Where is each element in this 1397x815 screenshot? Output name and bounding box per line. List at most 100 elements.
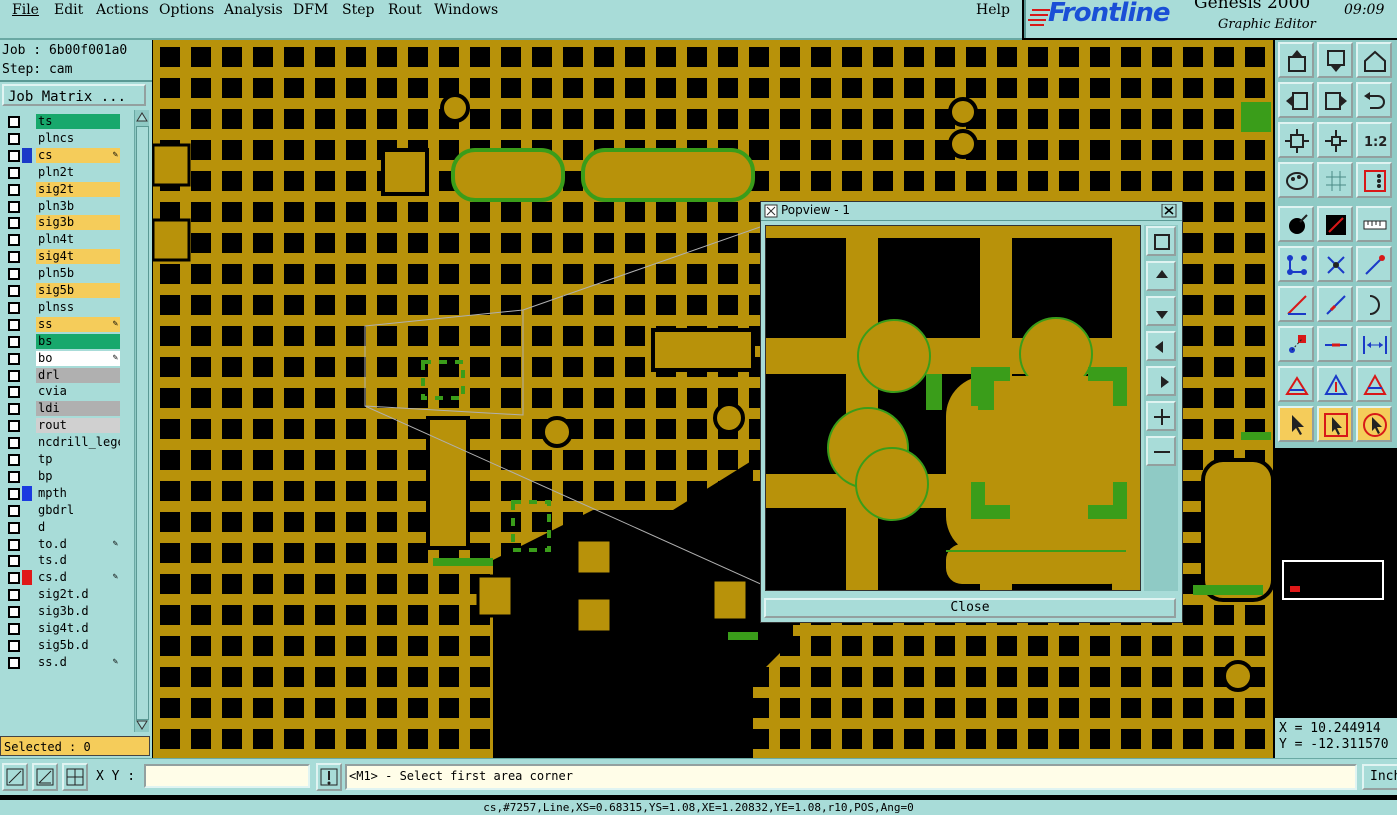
layer-row-drl[interactable]: drl	[2, 367, 124, 383]
layer-row-ts[interactable]: ts	[2, 114, 124, 129]
layer-checkbox[interactable]	[8, 301, 20, 314]
line-blue-tool[interactable]	[1317, 286, 1353, 322]
palette-tool[interactable]	[1278, 162, 1314, 198]
layer-row-rout[interactable]: rout	[2, 418, 124, 434]
menu-analysis[interactable]: Analysis	[224, 2, 283, 18]
grid-tool[interactable]	[1317, 162, 1353, 198]
layer-row-cs-d[interactable]: cs.d ✎	[2, 570, 124, 586]
layer-checkbox[interactable]	[8, 183, 20, 196]
layer-name[interactable]: gbdrl	[36, 502, 120, 518]
layer-row-mpth[interactable]: mpth	[2, 485, 124, 501]
popview-pan-down-button[interactable]	[1146, 296, 1176, 326]
layer-name[interactable]: tp	[36, 452, 120, 467]
layer-name[interactable]: ncdrill_lege	[36, 435, 120, 451]
overview-map[interactable]	[1282, 560, 1384, 600]
horizontal-line-tool[interactable]	[1317, 326, 1353, 362]
layer-name[interactable]: ts.d	[36, 553, 120, 569]
layer-checkbox[interactable]	[8, 437, 20, 450]
layer-name[interactable]: cs.d ✎	[36, 570, 120, 586]
triangle-red-tool[interactable]	[1356, 366, 1392, 402]
layer-checkbox[interactable]	[8, 606, 20, 619]
scroll-down-icon[interactable]	[135, 718, 149, 732]
layer-row-sig3b[interactable]: sig3b	[2, 215, 124, 231]
snap-grid-tool[interactable]	[62, 763, 88, 791]
pad-add-tool[interactable]	[1278, 326, 1314, 362]
popview-menu-icon[interactable]	[764, 204, 778, 218]
pointer-box-tool[interactable]	[1356, 406, 1392, 442]
snap-angle-tool[interactable]	[32, 763, 58, 791]
layer-name[interactable]: ldi	[36, 401, 120, 417]
layer-checkbox[interactable]	[8, 487, 20, 500]
layer-name[interactable]: sig5b.d	[36, 637, 120, 653]
layer-name[interactable]: ts	[36, 114, 120, 129]
layer-row-pln4t[interactable]: pln4t	[2, 232, 124, 248]
layer-list[interactable]: ts plncs cs ✎ pln2t sig2t pln3b sig3b pln4t sig4t…	[2, 110, 134, 732]
pan-left-tool[interactable]	[1278, 82, 1314, 118]
job-matrix-button[interactable]: Job Matrix ...	[2, 84, 146, 106]
layer-name[interactable]: pln2t	[36, 164, 120, 180]
layer-row-sig5b[interactable]: sig5b	[2, 283, 124, 298]
layers-color-tool[interactable]	[1356, 162, 1392, 198]
layer-name[interactable]: sig5b	[36, 283, 120, 298]
layer-checkbox[interactable]	[8, 285, 20, 297]
layer-name[interactable]: sig3b	[36, 215, 120, 231]
layer-checkbox[interactable]	[8, 420, 20, 433]
layer-name[interactable]: cvia	[36, 384, 120, 400]
layer-name[interactable]: sig2t	[36, 181, 120, 197]
layer-row-ts-d[interactable]: ts.d	[2, 553, 124, 569]
layer-row-tp[interactable]: tp	[2, 452, 124, 467]
popview-close-button[interactable]: Close	[764, 598, 1176, 618]
layer-checkbox[interactable]	[8, 116, 20, 128]
snap-line-tool[interactable]	[2, 763, 28, 791]
layer-row-sig2t-d[interactable]: sig2t.d	[2, 587, 124, 603]
layer-checkbox[interactable]	[8, 166, 20, 179]
layer-checkbox[interactable]	[8, 132, 20, 145]
popview-titlebar[interactable]: Popview - 1	[761, 202, 1182, 221]
layer-name[interactable]: pln3b	[36, 198, 120, 214]
layer-name[interactable]: rout	[36, 418, 120, 434]
layer-name[interactable]: cs ✎	[36, 147, 120, 163]
scroll-thumb[interactable]	[136, 126, 149, 720]
layer-checkbox[interactable]	[8, 623, 20, 635]
layer-row-sig3b-d[interactable]: sig3b.d	[2, 604, 124, 620]
layer-name[interactable]: sig2t.d	[36, 587, 120, 603]
layer-row-pln3b[interactable]: pln3b	[2, 198, 124, 214]
layer-checkbox[interactable]	[8, 251, 20, 264]
layer-name[interactable]: sig3b.d	[36, 604, 120, 620]
connect-tool[interactable]	[1278, 246, 1314, 282]
layer-name[interactable]: sig4t.d	[36, 621, 120, 636]
pointer-select-tool[interactable]	[1317, 406, 1353, 442]
pan-down-tool[interactable]	[1317, 42, 1353, 78]
layer-checkbox[interactable]	[8, 403, 20, 416]
layer-row-bs[interactable]: bs	[2, 333, 124, 349]
xy-input[interactable]	[144, 764, 310, 788]
layer-checkbox[interactable]	[8, 318, 20, 331]
layer-row-ldi[interactable]: ldi	[2, 401, 124, 417]
scale-1-2-tool[interactable]: 1:2	[1356, 122, 1392, 158]
menu-dfm[interactable]: DFM	[293, 2, 328, 18]
undo-view-tool[interactable]	[1356, 82, 1392, 118]
layer-name[interactable]: ss.d ✎	[36, 654, 120, 670]
home-tool[interactable]	[1356, 42, 1392, 78]
layer-row-to-d[interactable]: to.d ✎	[2, 536, 124, 552]
layer-name[interactable]: ss ✎	[36, 316, 120, 332]
close-icon[interactable]	[1161, 204, 1177, 218]
layer-name[interactable]: plncs	[36, 130, 120, 146]
measure-red-tool[interactable]	[1317, 206, 1353, 242]
popview-pan-up-button[interactable]	[1146, 261, 1176, 291]
layer-checkbox[interactable]	[8, 572, 20, 585]
menu-file[interactable]: File	[12, 2, 39, 18]
layer-row-ncdrill-lege[interactable]: ncdrill_lege	[2, 435, 124, 451]
popview-zoom-fit-button[interactable]	[1146, 226, 1176, 256]
pan-up-tool[interactable]	[1278, 42, 1314, 78]
line-red-tool[interactable]	[1278, 286, 1314, 322]
layer-name[interactable]: mpth	[36, 485, 120, 501]
layer-checkbox[interactable]	[8, 369, 20, 382]
layer-row-ss[interactable]: ss ✎	[2, 316, 124, 332]
layer-checkbox[interactable]	[8, 589, 20, 602]
zoom-out-tool[interactable]	[1278, 122, 1314, 158]
zoom-in-tool[interactable]	[1317, 122, 1353, 158]
layer-row-d[interactable]: d	[2, 519, 124, 535]
stretch-tool[interactable]	[1356, 326, 1392, 362]
popview-zoom-in-button[interactable]	[1146, 401, 1176, 431]
